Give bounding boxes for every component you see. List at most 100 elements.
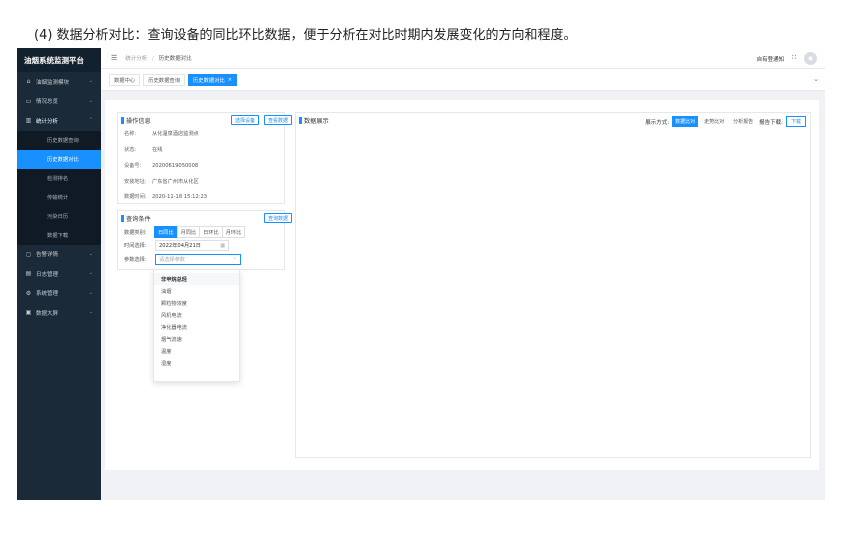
sidebar-subitem-ranking[interactable]: 检测排名 xyxy=(17,169,101,188)
sidebar-item-label: 油烟监测模块 xyxy=(36,79,70,86)
info-value: 2020-11-18 15:12:23 xyxy=(152,194,208,200)
download-button[interactable]: 下载 xyxy=(785,116,806,127)
device-info-panel: 操作信息 选择设备 查看数据 名称: 从化温泉酒店监测点 状态: 在线 设备号: 20… xyxy=(117,112,293,204)
sidebar-item-alerts[interactable]: ◻ 告警详情 ⌄ xyxy=(17,245,101,265)
chevron-down-icon: ⌄ xyxy=(88,250,93,257)
data-display-title: 数据展示 xyxy=(304,118,329,125)
close-icon[interactable]: × xyxy=(228,77,232,83)
info-row-data-time: 数据时间: 2020-11-18 15:12:23 xyxy=(124,193,207,200)
panel-title: 操作信息 xyxy=(121,116,151,125)
dropdown-option[interactable]: 净化器电流 xyxy=(154,321,239,333)
query-param-row: 参数选择: 请选择参数 ⌃ xyxy=(124,254,241,265)
dropdown-option[interactable]: 风机电流 xyxy=(154,309,239,321)
sidebar-subitem-history-compare[interactable]: 历史数据对比 xyxy=(17,149,101,169)
chevron-down-icon: ⌄ xyxy=(88,309,93,315)
query-param-label: 参数选择: xyxy=(124,257,147,263)
sidebar: 油烟系统监测平台 ⌂ 油烟监测模块 ⌄ ▭ 情况总览 ⌄ ▥ 统计分析 ⌃ 历史… xyxy=(17,48,101,500)
type-option-month-mom[interactable]: 月环比 xyxy=(221,226,246,238)
date-value: 2022年04月21日 xyxy=(159,243,201,249)
statistics-submenu: 历史数据查询 历史数据对比 检测排名 传输统计 污染日历 数据下载 xyxy=(17,130,101,245)
mode-trend-compare[interactable]: 走势比对 xyxy=(701,116,727,127)
tab-history-compare[interactable]: 历史数据对比 × xyxy=(188,73,237,86)
date-picker-input[interactable]: 2022年04月21日 ▦ xyxy=(155,240,229,251)
bar-chart-icon: ▥ xyxy=(25,117,32,125)
data-display-panel: 数据展示 展示方式: 数据比对 走势比对 分析报告 报告下载: 下载 xyxy=(295,112,811,458)
sidebar-item-label: 情况总览 xyxy=(36,99,59,106)
info-label: 设备号: xyxy=(124,163,142,169)
sidebar-item-label: 系统管理 xyxy=(36,291,59,298)
mode-data-compare[interactable]: 数据比对 xyxy=(672,116,699,127)
info-value: 20200619050008 xyxy=(152,163,199,169)
chevron-up-icon: ⌃ xyxy=(232,256,237,263)
tab-history-query[interactable]: 历史数据查询 xyxy=(143,73,185,86)
query-time-row: 时间选择: 2022年04月21日 ▦ xyxy=(124,240,229,251)
sidebar-item-label: 数据大屏 xyxy=(36,310,59,317)
chevron-down-icon[interactable]: ⌄ xyxy=(813,75,819,83)
notification-link[interactable]: 自有登通知 xyxy=(757,55,785,63)
tab-data-center[interactable]: 数据中心 xyxy=(109,73,141,86)
dropdown-option[interactable]: 温度 xyxy=(154,345,239,357)
breadcrumb: 统计分析 / 历史数据对比 xyxy=(125,54,191,62)
device-info-title: 操作信息 xyxy=(126,118,151,125)
query-data-button[interactable]: 查询数据 xyxy=(264,213,293,223)
sidebar-subitem-data-download[interactable]: 数据下载 xyxy=(17,226,101,245)
chevron-down-icon: ⌄ xyxy=(88,78,93,84)
type-option-day-mom[interactable]: 日环比 xyxy=(199,226,223,238)
query-type-label: 数据类别: xyxy=(124,229,147,236)
sidebar-item-logs[interactable]: ▤ 日志管理 ⌄ xyxy=(17,264,101,284)
sidebar-item-label: 告警详情 xyxy=(36,252,59,259)
dropdown-option[interactable]: 湿度 xyxy=(154,357,239,369)
type-option-month-yoy[interactable]: 月同比 xyxy=(176,226,201,238)
title-accent-bar xyxy=(299,117,302,124)
type-option-day-yoy[interactable]: 日同比 xyxy=(154,226,178,238)
chevron-down-icon: ⌄ xyxy=(88,289,93,296)
sidebar-item-big-screen[interactable]: ▣ 数据大屏 ⌄ xyxy=(17,303,101,323)
report-download-label: 报告下载: xyxy=(759,119,783,126)
breadcrumb-separator: / xyxy=(152,56,154,62)
sidebar-subitem-transmission[interactable]: 传输统计 xyxy=(17,188,101,207)
dropdown-option[interactable]: 非甲烷总烃 xyxy=(154,273,239,285)
gear-icon: ⚙ xyxy=(25,289,32,297)
panel-title: 查询条件 xyxy=(121,214,151,223)
query-panel: 查询条件 查询数据 数据类别: 日同比 月同比 日环比 月环比 时间选择: 20… xyxy=(117,210,293,270)
app-logo-title: 油烟系统监测平台 xyxy=(17,48,101,72)
info-label: 数据时间: xyxy=(124,194,147,200)
select-device-button[interactable]: 选择设备 xyxy=(231,115,260,125)
calendar-icon: ▦ xyxy=(220,242,225,249)
sidebar-item-statistics[interactable]: ▥ 统计分析 ⌃ xyxy=(17,111,101,131)
mode-analysis-report[interactable]: 分析报告 xyxy=(730,116,756,127)
dropdown-option[interactable]: 烟气流速 xyxy=(154,333,239,345)
info-value: 从化温泉酒店监测点 xyxy=(152,131,199,137)
query-type-row: 数据类别: 日同比 月同比 日环比 月环比 xyxy=(124,226,246,238)
info-row-address: 安装地址: 广东省广州市从化区 xyxy=(124,178,199,185)
dropdown-option[interactable]: 颗粒物浓度 xyxy=(154,297,239,309)
monitor-icon: ▭ xyxy=(25,97,32,105)
view-data-button[interactable]: 查看数据 xyxy=(264,115,293,125)
title-accent-bar xyxy=(121,215,124,222)
chevron-up-icon: ⌃ xyxy=(88,117,93,123)
info-label: 状态: xyxy=(124,147,137,153)
info-label: 名称: xyxy=(124,131,137,137)
panel-title: 数据展示 xyxy=(299,116,329,125)
sidebar-item-system[interactable]: ⚙ 系统管理 ⌄ xyxy=(17,284,101,304)
sidebar-item-overview[interactable]: ▭ 情况总览 ⌄ xyxy=(17,92,101,112)
param-placeholder: 请选择参数 xyxy=(159,257,185,263)
sidebar-subitem-history-query[interactable]: 历史数据查询 xyxy=(17,131,101,150)
chevron-down-icon: ⌄ xyxy=(88,97,93,104)
fullscreen-icon[interactable]: ⛶ xyxy=(792,55,796,62)
info-value: 在线 xyxy=(152,147,163,153)
sidebar-subitem-pollution-calendar[interactable]: 污染日历 xyxy=(17,207,101,226)
avatar[interactable]: ◉ xyxy=(804,52,817,65)
chart-toolbar: 展示方式: 数据比对 走势比对 分析报告 报告下载: 下载 xyxy=(645,116,806,127)
param-select[interactable]: 请选择参数 ⌃ xyxy=(155,254,241,265)
top-navbar: ☰ 统计分析 / 历史数据对比 自有登通知 ⛶ ◉ xyxy=(101,48,825,69)
query-type-segmented: 日同比 月同比 日环比 月环比 xyxy=(154,226,246,238)
display-mode-label: 展示方式: xyxy=(645,119,670,126)
menu-toggle-icon[interactable]: ☰ xyxy=(111,54,117,62)
home-icon: ⌂ xyxy=(26,78,31,86)
sidebar-item-oil-monitor[interactable]: ⌂ 油烟监测模块 ⌄ xyxy=(17,72,101,92)
info-row-status: 状态: 在线 xyxy=(124,146,162,153)
breadcrumb-item[interactable]: 统计分析 xyxy=(125,56,147,62)
dropdown-option[interactable]: 油烟 xyxy=(154,285,239,297)
info-label: 安装地址: xyxy=(124,179,147,185)
